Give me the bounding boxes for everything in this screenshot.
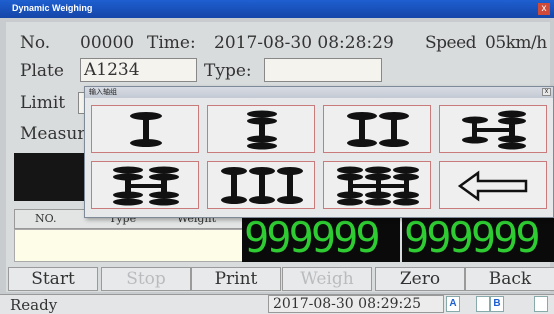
axle-2-mixed-option[interactable] [439,105,547,153]
speed-label: Speed [425,33,477,53]
type-label: Type: [204,61,252,81]
weight-display-left: 999999 [242,214,400,262]
axle-group-dialog: 输入轴组 x [84,86,554,218]
zero-button[interactable]: Zero [375,267,465,291]
start-button[interactable]: Start [8,267,98,291]
time-label: Time: [147,33,196,53]
backspace-option[interactable] [439,161,547,209]
no-label: No. [20,33,51,53]
axle-3-single-icon [221,167,303,204]
limit-label: Limit [20,93,66,113]
axle-1-single-icon [130,112,162,147]
axle-2-single-option[interactable] [323,105,431,153]
status-datetime: 2017-08-30 08:29:25 [268,295,444,313]
speed-value: 05km/h [485,33,547,53]
axle-3-single-option[interactable] [207,161,315,209]
indicator-a-icon: A [446,296,460,312]
axle-1-single-option[interactable] [91,105,199,153]
back-button[interactable]: Back [465,267,554,291]
axle-2-mixed-icon [462,110,526,150]
type-input[interactable] [264,58,382,82]
axle-3-mixed-icon [113,166,179,206]
weight-display-right: 999999 [402,214,554,262]
backspace-arrow-icon [457,170,528,202]
dialog-title: 输入轴组 [89,88,117,96]
column-no: NO. [35,212,57,225]
axle-3-double-tyre-icon [337,166,419,206]
time-value: 2017-08-30 08:28:29 [214,33,394,53]
axle-3-mixed-option[interactable] [91,161,199,209]
measure-label: Measur [20,124,86,144]
records-table[interactable] [14,229,244,262]
stop-button[interactable]: Stop [101,267,191,291]
axle-3-double-tyre-option[interactable] [323,161,431,209]
print-button[interactable]: Print [191,267,281,291]
indicator-b-icon: B [490,296,504,312]
status-bar: Ready 2017-08-30 08:29:25 A B [0,294,554,314]
plate-input[interactable]: A1234 [80,58,197,82]
status-text: Ready [10,296,58,314]
dialog-close-button[interactable]: x [542,88,551,96]
window-title: Dynamic Weighing [12,3,93,13]
weigh-button[interactable]: Weigh [282,267,372,291]
title-bar: Dynamic Weighing x [0,0,554,18]
dialog-title-bar: 输入轴组 x [85,87,553,98]
indicator-c-icon [534,296,548,312]
app-window: Dynamic Weighing x No. 00000 Time: 2017-… [0,0,554,314]
left-display-panel [14,153,84,201]
indicator-gap-icon [476,296,490,312]
axle-1-double-tyre-icon [247,110,277,150]
window-close-button[interactable]: x [538,3,550,15]
axle-1-double-tyre-option[interactable] [207,105,315,153]
axle-2-single-icon [347,112,409,147]
no-value: 00000 [80,33,135,53]
plate-label: Plate [20,61,64,81]
